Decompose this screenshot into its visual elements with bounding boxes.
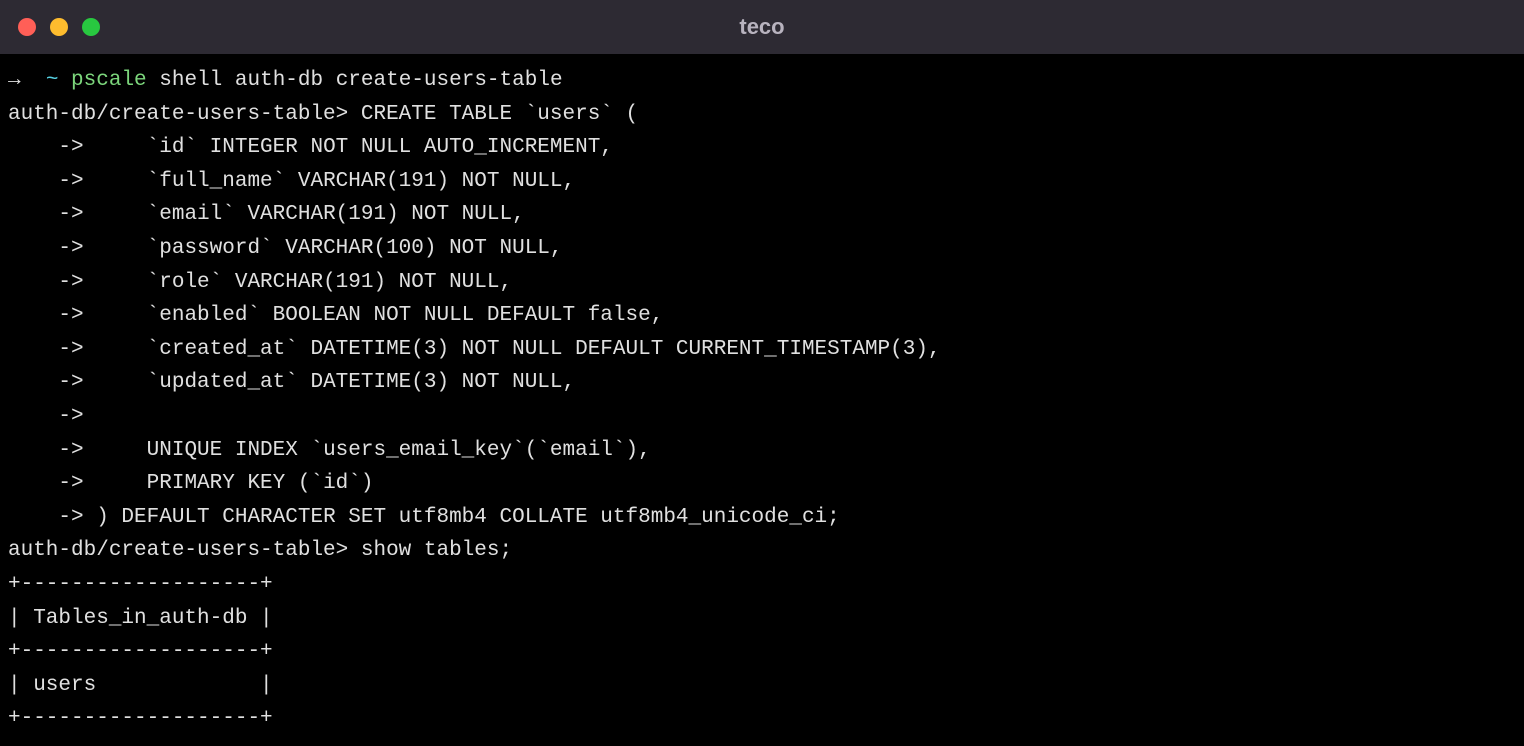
show-tables-cmd: show tables; bbox=[348, 539, 512, 562]
table-border: +-------------------+ bbox=[8, 702, 1516, 736]
minimize-icon[interactable] bbox=[50, 18, 68, 36]
sql-continuation-line: -> `id` INTEGER NOT NULL AUTO_INCREMENT, bbox=[8, 131, 1516, 165]
shell-args: shell auth-db create-users-table bbox=[147, 69, 563, 92]
traffic-lights bbox=[18, 18, 100, 36]
sql-prompt-line: auth-db/create-users-table> CREATE TABLE… bbox=[8, 98, 1516, 132]
sql-text: `role` VARCHAR(191) NOT NULL, bbox=[84, 271, 512, 294]
sql-prompt: auth-db/create-users-table> bbox=[8, 539, 348, 562]
continuation-prefix: -> bbox=[8, 136, 84, 159]
continuation-prefix: -> bbox=[8, 338, 84, 361]
window-title: teco bbox=[739, 9, 784, 44]
continuation-prefix: -> bbox=[8, 237, 84, 260]
sql-continuation-line: -> `created_at` DATETIME(3) NOT NULL DEF… bbox=[8, 333, 1516, 367]
pscale-command: pscale bbox=[71, 69, 147, 92]
sql-continuation-line: -> PRIMARY KEY (`id`) bbox=[8, 467, 1516, 501]
continuation-prefix: -> bbox=[8, 506, 84, 529]
continuation-prefix: -> bbox=[8, 472, 84, 495]
continuation-prefix: -> bbox=[8, 203, 84, 226]
sql-text: `full_name` VARCHAR(191) NOT NULL, bbox=[84, 170, 575, 193]
continuation-prefix: -> bbox=[8, 405, 84, 428]
table-header: | Tables_in_auth-db | bbox=[8, 602, 1516, 636]
sql-prompt: auth-db/create-users-table> bbox=[8, 103, 348, 126]
shell-command-line: → ~ pscale shell auth-db create-users-ta… bbox=[8, 64, 1516, 98]
continuation-prefix: -> bbox=[8, 170, 84, 193]
sql-text: ) DEFAULT CHARACTER SET utf8mb4 COLLATE … bbox=[84, 506, 840, 529]
sql-text: `updated_at` DATETIME(3) NOT NULL, bbox=[84, 371, 575, 394]
sql-text: `email` VARCHAR(191) NOT NULL, bbox=[84, 203, 525, 226]
prompt-arrow-icon: → bbox=[8, 69, 21, 92]
continuation-prefix: -> bbox=[8, 304, 84, 327]
sql-continuation-line: -> `updated_at` DATETIME(3) NOT NULL, bbox=[8, 366, 1516, 400]
sql-continuation-line: -> UNIQUE INDEX `users_email_key`(`email… bbox=[8, 434, 1516, 468]
titlebar: teco bbox=[0, 0, 1524, 54]
sql-continuation-line: -> `email` VARCHAR(191) NOT NULL, bbox=[8, 198, 1516, 232]
sql-text: `enabled` BOOLEAN NOT NULL DEFAULT false… bbox=[84, 304, 664, 327]
prompt-tilde: ~ bbox=[46, 69, 59, 92]
table-border: +-------------------+ bbox=[8, 568, 1516, 602]
table-row: | users | bbox=[8, 669, 1516, 703]
sql-prompt-line: auth-db/create-users-table> show tables; bbox=[8, 534, 1516, 568]
sql-text: UNIQUE INDEX `users_email_key`(`email`), bbox=[84, 439, 651, 462]
sql-text: `password` VARCHAR(100) NOT NULL, bbox=[84, 237, 563, 260]
continuation-prefix: -> bbox=[8, 371, 84, 394]
sql-text: `created_at` DATETIME(3) NOT NULL DEFAUL… bbox=[84, 338, 941, 361]
continuation-prefix: -> bbox=[8, 271, 84, 294]
table-border: +-------------------+ bbox=[8, 635, 1516, 669]
continuation-prefix: -> bbox=[8, 439, 84, 462]
sql-create-table: CREATE TABLE `users` ( bbox=[348, 103, 638, 126]
sql-text: `id` INTEGER NOT NULL AUTO_INCREMENT, bbox=[84, 136, 613, 159]
sql-continuation-line: -> `full_name` VARCHAR(191) NOT NULL, bbox=[8, 165, 1516, 199]
sql-continuation-line: -> `role` VARCHAR(191) NOT NULL, bbox=[8, 266, 1516, 300]
sql-continuation-line: -> ) DEFAULT CHARACTER SET utf8mb4 COLLA… bbox=[8, 501, 1516, 535]
sql-continuation-line: -> bbox=[8, 400, 1516, 434]
terminal-content[interactable]: → ~ pscale shell auth-db create-users-ta… bbox=[0, 54, 1524, 746]
maximize-icon[interactable] bbox=[82, 18, 100, 36]
sql-continuation-line: -> `password` VARCHAR(100) NOT NULL, bbox=[8, 232, 1516, 266]
sql-continuation-line: -> `enabled` BOOLEAN NOT NULL DEFAULT fa… bbox=[8, 299, 1516, 333]
close-icon[interactable] bbox=[18, 18, 36, 36]
sql-text: PRIMARY KEY (`id`) bbox=[84, 472, 374, 495]
